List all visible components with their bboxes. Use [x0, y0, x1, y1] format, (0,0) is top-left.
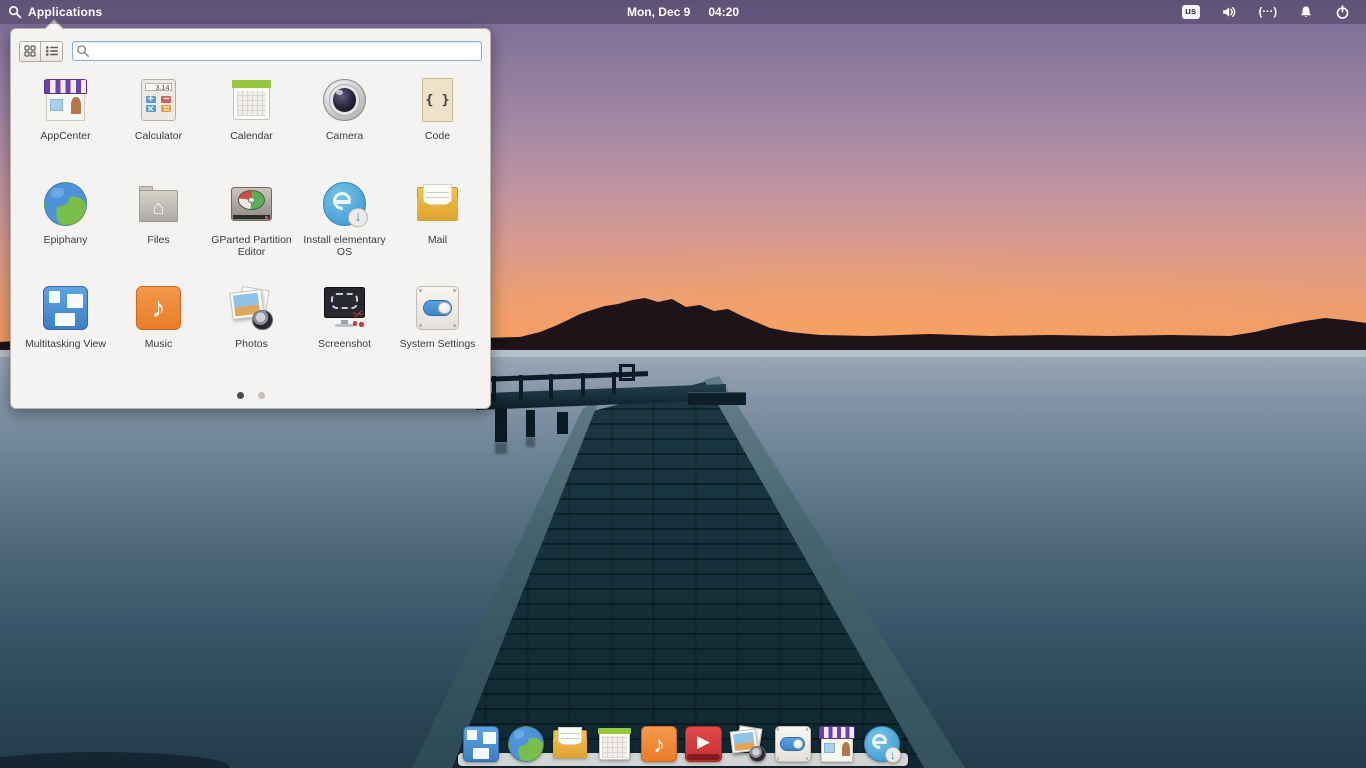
grid-view-icon [24, 45, 36, 57]
app-label: AppCenter [40, 130, 91, 142]
dock-install-elementary[interactable]: ↓ [862, 724, 902, 764]
search-icon [8, 5, 22, 19]
list-view-button[interactable] [41, 40, 63, 62]
app-label: Mail [427, 234, 448, 246]
top-panel: Applications Mon, Dec 9 04:20 us (···) [0, 0, 1366, 24]
dock-mail[interactable] [550, 724, 590, 764]
dock-music[interactable]: ♪ [639, 724, 679, 764]
dock-videos[interactable]: ▶ [684, 724, 724, 764]
code-icon: { } [414, 76, 462, 124]
app-search-input[interactable] [72, 41, 482, 61]
dock-epiphany[interactable] [506, 724, 546, 764]
app-label: Install elementary OS [303, 234, 386, 259]
applications-menu-button[interactable]: Applications [0, 0, 102, 24]
app-label: Code [424, 130, 451, 142]
launcher-header [11, 40, 490, 62]
dock-items: ♪ ▶ ↓ [461, 724, 902, 764]
pager-dot-2[interactable] [257, 392, 265, 399]
launcher-pager [11, 392, 490, 399]
network-icon[interactable]: (···) [1259, 6, 1277, 18]
app-calculator[interactable]: 3.14 + − × = Calculator [112, 71, 205, 175]
app-label: Multitasking View [25, 338, 106, 350]
app-camera[interactable]: Camera [298, 71, 391, 175]
app-files[interactable]: ⌂ Files [112, 175, 205, 279]
clock-date: Mon, Dec 9 [626, 5, 691, 19]
music-icon: ♪ [135, 284, 183, 332]
app-label: Calendar [230, 130, 273, 142]
mail-icon [414, 180, 462, 228]
applications-menu-label: Applications [28, 5, 103, 19]
wallpaper-rocks [0, 752, 230, 768]
view-toggle [19, 40, 63, 62]
wallpaper-water[interactable] [0, 350, 1366, 768]
app-label: Calculator [134, 130, 183, 142]
install-elementary-icon: ↓ [321, 180, 369, 228]
camera-icon [321, 76, 369, 124]
applications-launcher: AppCenter 3.14 + − × = Calculator Calend… [10, 19, 491, 409]
desktop: Applications Mon, Dec 9 04:20 us (···) A… [0, 0, 1366, 768]
app-multitasking-view[interactable]: Multitasking View [19, 279, 112, 383]
app-system-settings[interactable]: System Settings [391, 279, 484, 383]
photos-icon [228, 284, 276, 332]
app-photos[interactable]: Photos [205, 279, 298, 383]
app-gparted[interactable]: GParted Partition Editor [205, 175, 298, 279]
power-icon[interactable] [1335, 4, 1350, 20]
list-view-icon [45, 46, 58, 56]
pager-dot-1[interactable] [236, 392, 244, 399]
clock-time: 04:20 [708, 5, 740, 19]
panel-indicators: us (···) [1181, 0, 1366, 24]
dock: ♪ ▶ ↓ [458, 718, 908, 768]
app-label: GParted Partition Editor [211, 234, 292, 259]
app-label: Camera [325, 130, 364, 142]
calendar-icon [228, 76, 276, 124]
calculator-icon: 3.14 + − × = [135, 76, 183, 124]
dock-photos[interactable] [728, 724, 768, 764]
app-mail[interactable]: Mail [391, 175, 484, 279]
app-code[interactable]: { } Code [391, 71, 484, 175]
app-screenshot[interactable]: ✂ Screenshot [298, 279, 391, 383]
app-label: System Settings [399, 338, 476, 350]
app-label: Photos [235, 338, 268, 350]
dock-system-settings[interactable] [773, 724, 813, 764]
screenshot-icon: ✂ [321, 284, 369, 332]
app-label: Epiphany [43, 234, 88, 246]
multitasking-view-icon [42, 284, 90, 332]
gparted-icon [228, 180, 276, 228]
volume-icon[interactable] [1222, 5, 1237, 19]
dock-multitasking-view[interactable] [461, 724, 501, 764]
dock-calendar[interactable] [595, 724, 635, 764]
app-label: Screenshot [317, 338, 372, 350]
app-label: Music [144, 338, 173, 350]
system-settings-icon [414, 284, 462, 332]
appcenter-icon [42, 76, 90, 124]
app-epiphany[interactable]: Epiphany [19, 175, 112, 279]
search-field-wrap [72, 41, 482, 61]
app-install-elementary[interactable]: ↓ Install elementary OS [298, 175, 391, 279]
app-appcenter[interactable]: AppCenter [19, 71, 112, 175]
grid-view-button[interactable] [19, 40, 41, 62]
app-calendar[interactable]: Calendar [205, 71, 298, 175]
search-icon [77, 45, 89, 57]
epiphany-icon [42, 180, 90, 228]
app-music[interactable]: ♪ Music [112, 279, 205, 383]
notifications-icon[interactable] [1299, 5, 1313, 20]
app-grid: AppCenter 3.14 + − × = Calculator Calend… [19, 71, 484, 383]
app-label: Files [147, 234, 170, 246]
dock-appcenter[interactable] [817, 724, 857, 764]
keyboard-layout-indicator[interactable]: us [1181, 4, 1200, 20]
clock[interactable]: Mon, Dec 9 04:20 [0, 0, 1366, 24]
files-icon: ⌂ [135, 180, 183, 228]
